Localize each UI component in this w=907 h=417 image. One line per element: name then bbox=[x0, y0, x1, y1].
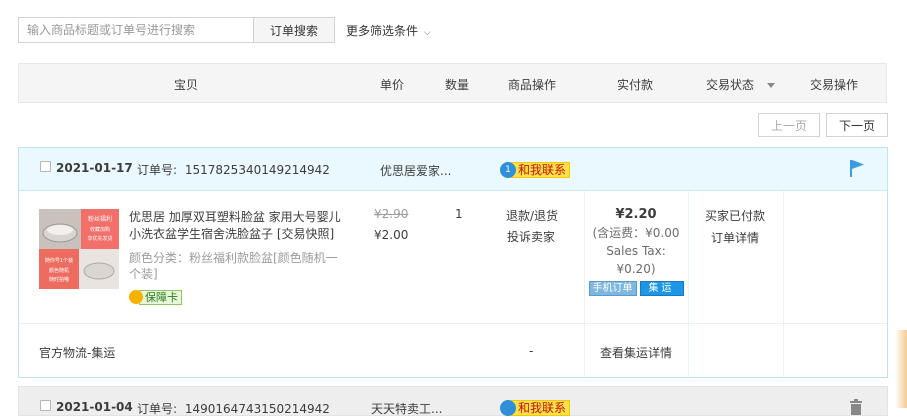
divider bbox=[783, 191, 784, 377]
paid-amount: ¥2.20 bbox=[615, 207, 657, 222]
unit-price: ¥2.00 bbox=[374, 228, 409, 242]
more-filters-toggle[interactable]: 更多筛选条件 ⌵ bbox=[346, 22, 431, 39]
order-number: 订单号: 1517825340149214942 bbox=[137, 161, 330, 178]
order-details-link[interactable]: 订单详情 bbox=[711, 229, 759, 246]
chevron-down-icon: ⌵ bbox=[423, 28, 431, 38]
chat-icon: 1 bbox=[500, 162, 516, 178]
svg-text:颜色随机: 颜色随机 bbox=[49, 267, 69, 274]
order-number-label: 订单号: bbox=[137, 402, 178, 416]
order-checkbox[interactable] bbox=[40, 400, 51, 411]
quantity: 1 bbox=[455, 207, 463, 221]
logistics-dash: - bbox=[529, 344, 534, 358]
order-card-next: 2021-01-04 订单号: 1490164743150214942 天天特卖… bbox=[18, 386, 888, 416]
order-number-value: 1490164743150214942 bbox=[184, 402, 330, 416]
svg-text:随时拍哦: 随时拍哦 bbox=[49, 276, 69, 283]
more-filters-label: 更多筛选条件 bbox=[346, 24, 419, 38]
sales-tax-value: ¥0.20) bbox=[616, 262, 656, 276]
edge-shadow bbox=[895, 330, 907, 408]
order-number: 订单号: 1490164743150214942 bbox=[137, 400, 330, 417]
chat-icon bbox=[500, 400, 516, 416]
logistics-label: 官方物流-集运 bbox=[39, 346, 116, 360]
svg-text:粉丝福利: 粉丝福利 bbox=[88, 215, 112, 223]
product-image: 粉丝福利 收藏加购 享优先发货 随你号1个装 颜色随机 随时拍哦 bbox=[39, 209, 119, 289]
prev-page-button[interactable]: 上一页 bbox=[758, 113, 820, 137]
svg-text:收藏加购: 收藏加购 bbox=[90, 226, 110, 233]
header-trade-operations: 交易操作 bbox=[810, 78, 859, 92]
complain-seller-link[interactable]: 投诉卖家 bbox=[507, 228, 555, 245]
contact-seller-label: 和我联系 bbox=[511, 400, 571, 416]
product-sku: 颜色分类：粉丝福利款脸盆[颜色随机一个装] bbox=[129, 251, 338, 281]
table-header: 宝贝 单价 数量 商品操作 实付款 交易状态 交易操作 bbox=[18, 63, 887, 103]
header-quantity: 数量 bbox=[445, 78, 470, 92]
search-input[interactable] bbox=[18, 17, 254, 43]
consolidated-shipping-tag[interactable]: 集运 bbox=[639, 281, 684, 296]
order-date: 2021-01-17 bbox=[56, 161, 133, 175]
order-header: 2021-01-17 订单号: 1517825340149214942 优思居爱… bbox=[19, 148, 887, 191]
guarantee-icon bbox=[129, 290, 143, 304]
contact-seller-button[interactable]: 和我联系 bbox=[500, 400, 571, 416]
order-number-value: 1517825340149214942 bbox=[184, 163, 330, 177]
header-unit-price: 单价 bbox=[380, 78, 405, 92]
caret-down-icon bbox=[767, 83, 776, 88]
contact-seller-label: 和我联系 bbox=[511, 162, 571, 178]
header-item-operations: 商品操作 bbox=[508, 78, 557, 92]
header-paid: 实付款 bbox=[617, 78, 654, 92]
flag-icon[interactable] bbox=[849, 159, 865, 177]
sales-tax-label: Sales Tax: bbox=[606, 244, 666, 258]
paid-column: ¥2.20 (含运费：¥0.00 Sales Tax: ¥0.20) 手机订单 … bbox=[585, 191, 687, 323]
shop-name-link[interactable]: 天天特卖工... bbox=[371, 400, 442, 417]
shop-name-link[interactable]: 优思居爱家... bbox=[380, 162, 451, 179]
svg-text:随你号1个装: 随你号1个装 bbox=[45, 257, 73, 264]
header-item: 宝贝 bbox=[174, 78, 199, 92]
product-thumbnail[interactable]: 粉丝福利 收藏加购 享优先发货 随你号1个装 颜色随机 随时拍哦 bbox=[39, 209, 119, 289]
shipping-fee-note: (含运费：¥0.00 bbox=[592, 226, 680, 240]
order-date: 2021-01-04 bbox=[56, 400, 133, 414]
trade-status: 买家已付款 bbox=[705, 209, 766, 223]
product-title-link[interactable]: 优思居 加厚双耳塑料脸盆 家用大号婴儿小洗衣盆学生宿舍洗脸盆子 [交易快照] bbox=[129, 209, 349, 243]
order-checkbox[interactable] bbox=[40, 161, 51, 172]
refund-return-link[interactable]: 退款/退货 bbox=[506, 207, 558, 224]
contact-seller-button[interactable]: 1 和我联系 bbox=[500, 162, 571, 178]
guarantee-card-link[interactable]: 保障卡 bbox=[129, 289, 182, 305]
order-search-button[interactable]: 订单搜索 bbox=[253, 17, 335, 43]
consolidated-shipping-details-link[interactable]: 查看集运详情 bbox=[600, 344, 672, 361]
guarantee-label: 保障卡 bbox=[139, 289, 182, 305]
divider bbox=[688, 191, 689, 377]
order-card: 2021-01-17 订单号: 1517825340149214942 优思居爱… bbox=[18, 147, 888, 378]
mobile-order-tag[interactable]: 手机订单 bbox=[588, 281, 637, 296]
header-trade-status[interactable]: 交易状态 bbox=[706, 76, 776, 93]
next-page-button[interactable]: 下一页 bbox=[826, 113, 888, 137]
header-trade-status-label: 交易状态 bbox=[706, 78, 755, 92]
order-number-label: 订单号: bbox=[137, 163, 178, 177]
trash-icon[interactable] bbox=[849, 399, 863, 415]
divider bbox=[19, 323, 887, 324]
original-price: ¥2.90 bbox=[374, 207, 409, 221]
svg-text:享优先发货: 享优先发货 bbox=[87, 235, 112, 242]
